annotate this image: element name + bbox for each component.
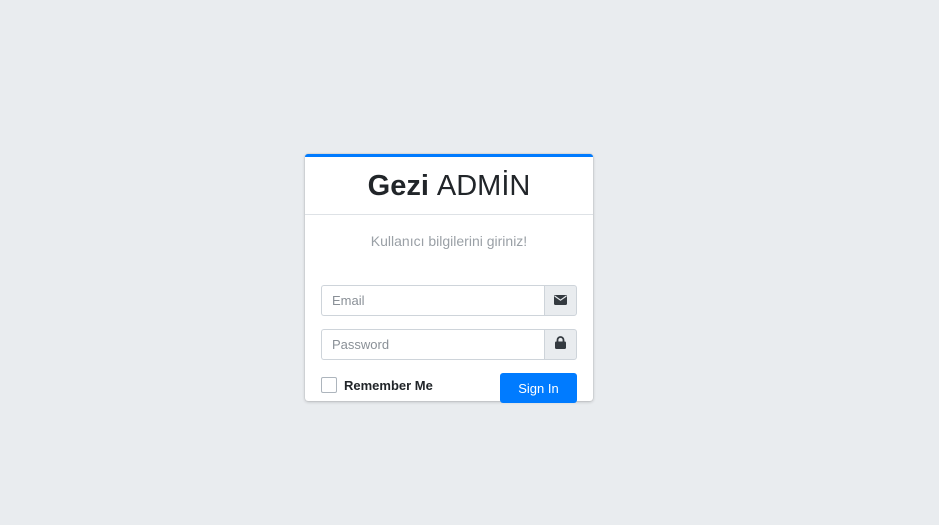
password-addon (544, 329, 577, 360)
envelope-icon (554, 292, 567, 310)
password-input[interactable] (321, 329, 544, 360)
remember-me-checkbox[interactable] (321, 377, 337, 393)
email-input[interactable] (321, 285, 544, 316)
email-input-group (321, 285, 577, 316)
brand-name-bold[interactable]: Gezi (368, 170, 429, 203)
lock-icon (555, 335, 566, 354)
remember-me-label[interactable]: Remember Me (344, 378, 433, 393)
password-input-group (321, 329, 577, 360)
login-card-header: Gezi ADMİN (305, 157, 593, 215)
login-subtitle: Kullanıcı bilgilerini giriniz! (370, 233, 528, 249)
brand-name-light[interactable]: ADMİN (437, 170, 530, 203)
login-card: Gezi ADMİN Kullanıcı bilgilerini giriniz… (305, 154, 593, 403)
sign-in-button[interactable]: Sign In (500, 373, 577, 403)
remember-me: Remember Me (321, 377, 433, 393)
login-card-body: Kullanıcı bilgilerini giriniz! Email Rem… (305, 233, 593, 403)
email-addon (544, 285, 577, 316)
